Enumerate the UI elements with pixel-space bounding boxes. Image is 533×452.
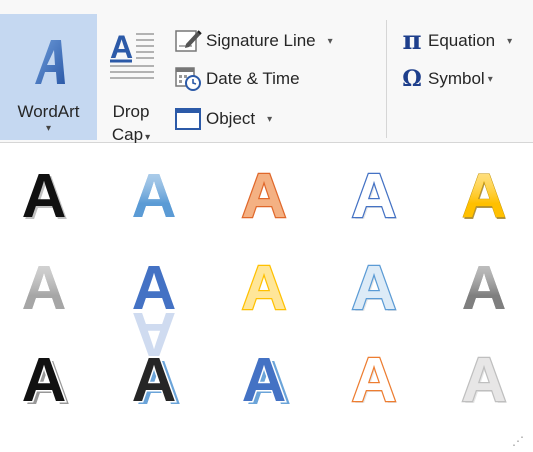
wordart-style-9[interactable]: AA [344, 253, 404, 325]
wordart-letter: A [242, 254, 287, 323]
omega-icon: Ω [402, 66, 422, 92]
chevron-down-icon[interactable]: ▾ [267, 114, 272, 125]
date-time-icon [174, 66, 202, 92]
wordart-style-13[interactable]: AA [234, 345, 294, 419]
date-time-label: Date & Time [206, 69, 300, 88]
wordart-letter: A [352, 254, 397, 323]
wordart-style-3[interactable]: A [234, 161, 294, 233]
wordart-letter: A [352, 162, 397, 231]
chevron-down-icon[interactable]: ▾ [328, 36, 333, 47]
wordart-style-12[interactable]: AA [124, 345, 184, 419]
resize-grip-icon[interactable]: ⋰ [512, 434, 525, 448]
wordart-letter: A [22, 254, 67, 323]
signature-line-label: Signature Line [206, 31, 316, 50]
wordart-letter: A [242, 162, 287, 231]
chevron-down-icon: ▾ [45, 123, 52, 134]
wordart-button[interactable]: WordArt ▾ [0, 14, 97, 140]
drop-cap-label: Drop [112, 102, 150, 121]
wordart-letter: A [132, 346, 177, 415]
wordart-label: WordArt [17, 102, 80, 121]
chevron-down-icon[interactable]: ▾ [488, 74, 493, 85]
object-label: Object [206, 109, 256, 128]
wordart-letter: A [462, 346, 507, 415]
object-icon [174, 106, 202, 132]
pi-icon: π [402, 26, 422, 56]
wordart-letter: A [242, 346, 287, 415]
wordart-letter: A [462, 254, 507, 323]
drop-cap-button[interactable]: A Drop Cap ▾ [98, 14, 164, 144]
wordart-letter: A [22, 162, 67, 231]
equation-label: Equation [428, 31, 496, 50]
wordart-style-6[interactable]: AA [14, 254, 74, 323]
wordart-letter: A [462, 162, 507, 231]
date-time-button[interactable]: Date & Time [174, 64, 300, 94]
wordart-style-1[interactable]: AA [14, 162, 74, 233]
wordart-style-15[interactable]: AA [454, 345, 514, 417]
drop-cap-icon: A [110, 29, 154, 79]
wordart-style-2[interactable]: AA [124, 162, 184, 231]
wordart-letter: A [132, 162, 177, 231]
equation-button[interactable]: π Equation ▾ [398, 26, 512, 56]
wordart-style-14[interactable]: AA [344, 345, 404, 417]
wordart-style-5[interactable]: AAA [454, 162, 514, 234]
chevron-down-icon[interactable]: ▾ [507, 36, 512, 47]
signature-line-button[interactable]: Signature Line ▾ [174, 26, 333, 56]
object-button[interactable]: Object ▾ [174, 104, 272, 134]
wordart-style-11[interactable]: AA [14, 345, 74, 419]
insert-text-ribbon-group: WordArt ▾ A Drop Cap ▾ Signature Line ▾ … [0, 0, 533, 144]
symbol-button[interactable]: Ω Symbol ▾ [398, 64, 493, 94]
wordart-style-7[interactable]: AA [124, 254, 184, 368]
wordart-style-4[interactable]: AA [344, 161, 404, 233]
wordart-icon [35, 40, 65, 84]
wordart-letter: A [132, 254, 177, 323]
wordart-style-10[interactable]: AA [454, 254, 514, 323]
chevron-down-icon: ▾ [145, 132, 151, 143]
wordart-letter: A [352, 346, 397, 415]
wordart-style-8[interactable]: A [234, 253, 294, 325]
ribbon-separator [386, 20, 387, 138]
wordart-gallery: AAAAAAAAAAAAAAAAAAAAAAAAAAAAA ⋰ [0, 143, 533, 452]
drop-cap-label-line2: Cap ▾ [111, 125, 151, 144]
symbol-label: Symbol [428, 69, 485, 88]
signature-line-icon [174, 28, 202, 54]
wordart-letter: A [22, 346, 67, 415]
